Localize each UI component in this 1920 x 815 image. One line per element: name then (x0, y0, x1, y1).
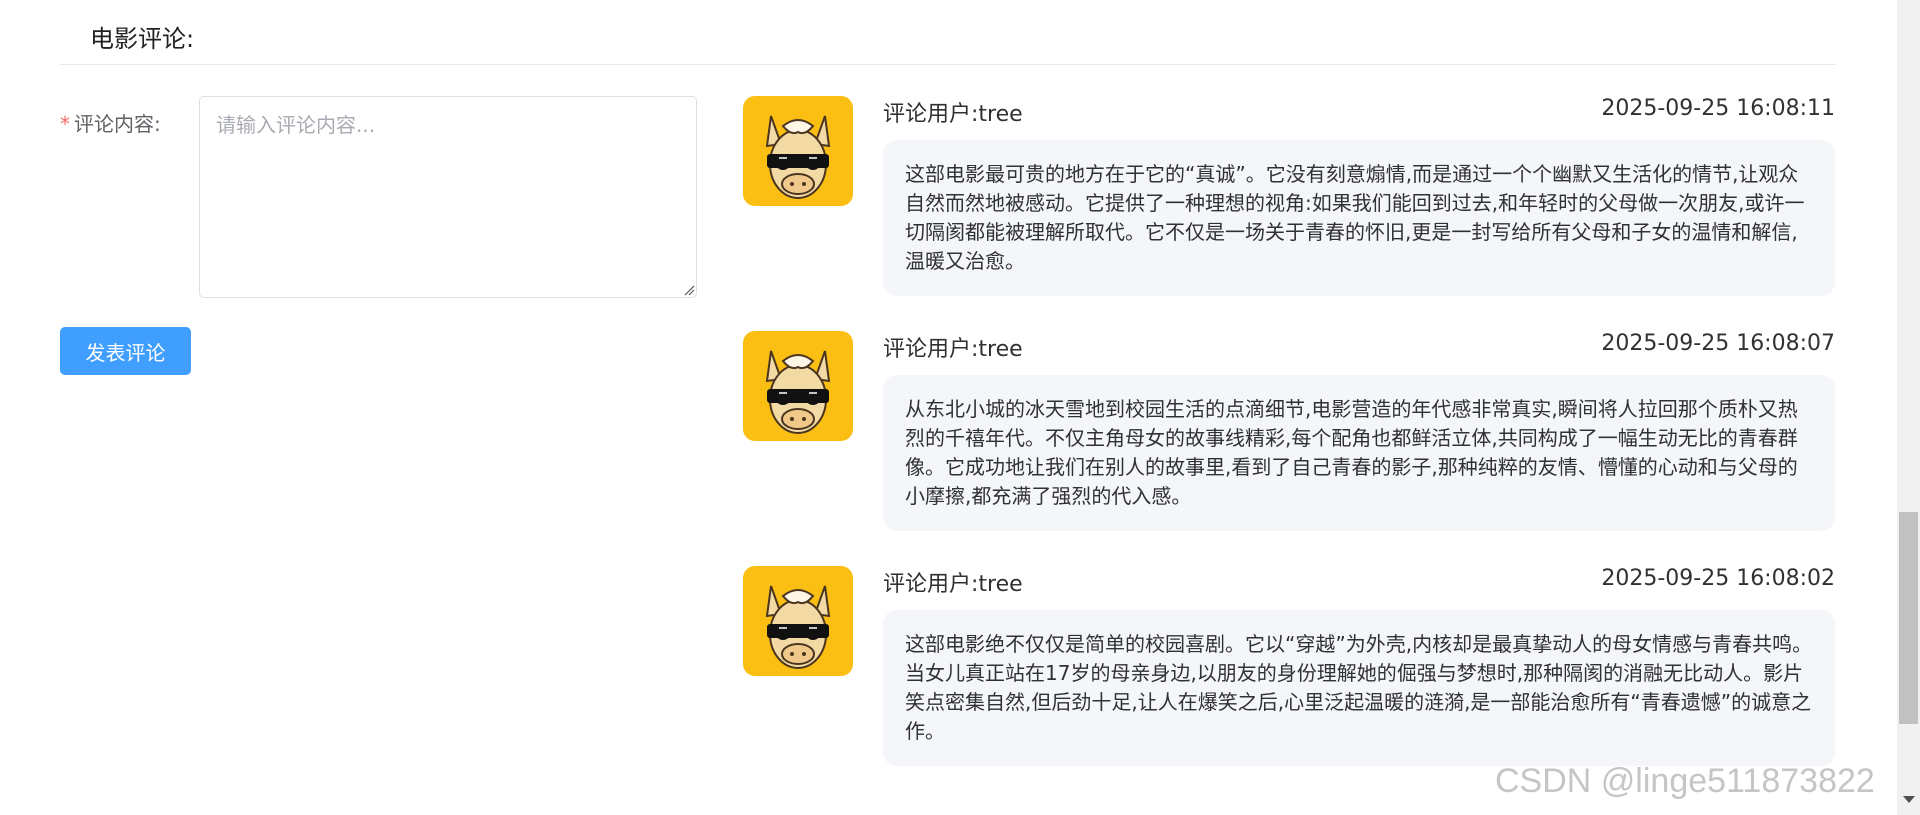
comment-page: 电影评论: *评论内容: 发表评论 评 (0, 0, 1920, 815)
comment-item: 评论用户:tree 2025-09-25 16:08:02 这部电影绝不仅仅是简… (743, 566, 1835, 771)
user-avatar-icon[interactable] (743, 331, 853, 441)
scrollbar-thumb[interactable] (1899, 512, 1918, 724)
comment-content: 从东北小城的冰天雪地到校园生活的点滴细节,电影营造的年代感非常真实,瞬间将人拉回… (883, 375, 1835, 531)
comment-textarea[interactable] (199, 96, 697, 298)
submit-comment-button[interactable]: 发表评论 (60, 327, 191, 375)
comment-time: 2025-09-25 16:08:11 (1601, 96, 1835, 121)
csdn-watermark: CSDN @linge511873822 (1495, 762, 1875, 800)
user-avatar-icon[interactable] (743, 96, 853, 206)
comment-content-label-text: 评论内容: (74, 112, 161, 136)
user-avatar-icon[interactable] (743, 566, 853, 676)
comment-user: 评论用户:tree (883, 572, 1023, 597)
comment-item: 评论用户:tree 2025-09-25 16:08:07 从东北小城的冰天雪地… (743, 331, 1835, 536)
required-mark: * (60, 112, 70, 136)
comment-item: 评论用户:tree 2025-09-25 16:08:11 这部电影最可贵的地方… (743, 96, 1835, 301)
comment-content-label: * 评论内容: (60, 108, 161, 137)
section-header: 电影评论: (60, 0, 1835, 65)
comment-time: 2025-09-25 16:08:02 (1601, 566, 1835, 591)
textarea-resize-icon[interactable] (683, 284, 695, 296)
comment-user: 评论用户:tree (883, 102, 1023, 127)
comment-content: 这部电影最可贵的地方在于它的“真诚”。它没有刻意煽情,而是通过一个个幽默又生活化… (883, 140, 1835, 296)
section-title: 电影评论: (90, 25, 195, 53)
comment-user: 评论用户:tree (883, 337, 1023, 362)
comment-content: 这部电影绝不仅仅是简单的校园喜剧。它以“穿越”为外壳,内核却是最真挚动人的母女情… (883, 610, 1835, 766)
scroll-down-arrow-icon[interactable] (1903, 796, 1915, 803)
comment-time: 2025-09-25 16:08:07 (1601, 331, 1835, 356)
